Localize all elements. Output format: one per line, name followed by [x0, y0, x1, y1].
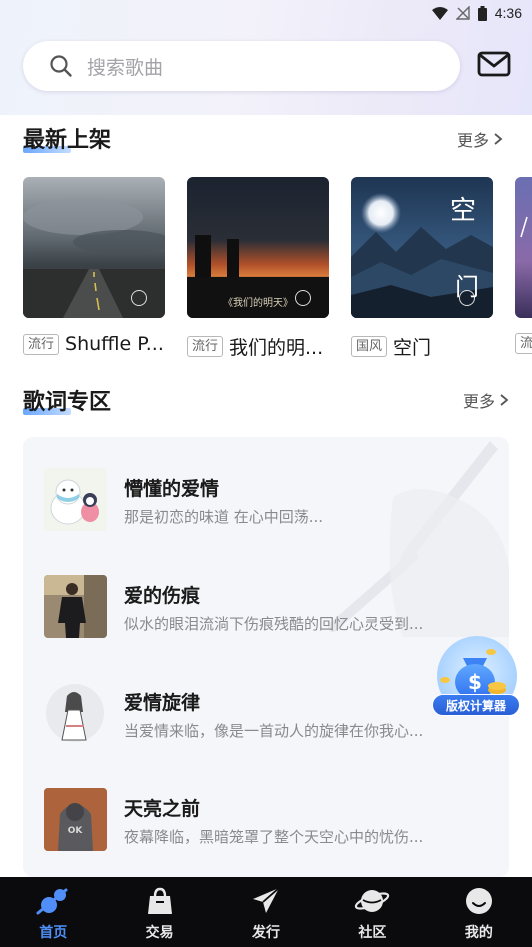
lyric-item[interactable]: OK 天亮之前 夜幕降临，黑暗笼罩了整个天空心中的忧伤... [44, 788, 484, 852]
lyric-description: 当爱情来临，像是一首动人的旋律在你我心... [124, 722, 424, 740]
song-card[interactable]: 流行 Shuffle P... [23, 177, 165, 355]
no-signal-icon [455, 6, 470, 20]
tab-label: 发行 [252, 925, 281, 941]
lyric-description: 夜幕降临，黑暗笼罩了整个天空心中的忧伤... [124, 828, 424, 846]
home-planet-icon [36, 888, 68, 915]
song-title: 我们的明... [229, 337, 324, 359]
new-releases-more-link[interactable]: 更多 [457, 127, 503, 151]
lyric-title: 懵懂的爱情 [124, 478, 220, 500]
genre-tag: 流行 [187, 336, 224, 357]
tab-label: 我的 [464, 925, 493, 941]
lyric-thumb-girl-sketch [44, 682, 107, 745]
cover-text: 《我们的明天》 [223, 296, 293, 309]
search-input[interactable]: 搜索歌曲 [23, 41, 460, 91]
tab-publish[interactable]: 发行 [213, 877, 319, 947]
search-placeholder: 搜索歌曲 [87, 56, 164, 79]
tab-label: 首页 [39, 925, 68, 941]
status-time: 4:36 [494, 5, 522, 21]
lyric-title: 爱情旋律 [124, 692, 201, 714]
song-title: 空门 [393, 337, 432, 359]
bag-icon [147, 887, 172, 914]
genre-tag: 流 [515, 333, 532, 354]
lyric-title: 天亮之前 [124, 798, 201, 820]
cover-text: 空 [450, 196, 476, 226]
song-cover-storm-road [23, 177, 165, 318]
song-card[interactable]: 空 门 国风 空门 [351, 177, 493, 360]
new-releases-title: 最新上架 [23, 128, 112, 153]
lyric-thumb-bears [44, 468, 107, 531]
profile-face-icon [465, 888, 492, 914]
tab-trade[interactable]: 交易 [106, 877, 212, 947]
lyrics-section-title: 歌词专区 [23, 390, 112, 415]
tab-label: 交易 [145, 925, 174, 941]
lyric-title: 爱的伤痕 [124, 585, 201, 607]
song-title: Shuffle P... [65, 333, 164, 355]
tab-home[interactable]: 首页 [0, 877, 106, 947]
lyric-item[interactable]: 懵懂的爱情 那是初恋的味道 在心中回荡... [44, 468, 484, 532]
tab-profile[interactable]: 我的 [426, 877, 532, 947]
tab-community[interactable]: 社区 [319, 877, 425, 947]
lyric-item[interactable]: 爱的伤痕 似水的眼泪流淌下伤痕残酷的回忆心灵受到... [44, 575, 484, 639]
tab-label: 社区 [358, 925, 387, 941]
lyrics-more-link[interactable]: 更多 [463, 388, 509, 412]
song-card[interactable]: 流 [515, 177, 532, 354]
chevron-right-icon [500, 394, 509, 406]
play-icon [131, 290, 147, 306]
song-cover-moon-mountains: 空 门 [351, 177, 493, 318]
genre-tag: 流行 [23, 333, 60, 355]
genre-tag: 国风 [351, 336, 388, 357]
planet-icon [355, 890, 390, 912]
battery-icon [477, 5, 487, 21]
song-cover-city-sunset: 《我们的明天》 [187, 177, 329, 318]
song-cover-purple [515, 177, 532, 318]
copyright-calculator-label: 版权计算器 [432, 694, 520, 716]
play-icon [459, 290, 475, 306]
paper-plane-icon [253, 887, 280, 913]
song-card[interactable]: 《我们的明天》 流行 我们的明... [187, 177, 329, 360]
lyric-thumb-man [44, 575, 107, 638]
play-icon [295, 290, 311, 306]
bottom-tab-bar: 首页 交易 发行 社区 我的 [0, 877, 532, 947]
chevron-right-icon [494, 133, 503, 145]
svg-text:OK: OK [68, 826, 84, 836]
svg-text:$: $ [468, 670, 482, 694]
lyric-description: 似水的眼泪流淌下伤痕残酷的回忆心灵受到... [124, 615, 424, 633]
lyric-description: 那是初恋的味道 在心中回荡... [124, 508, 324, 526]
mail-icon[interactable] [476, 50, 512, 80]
lyric-item[interactable]: 爱情旋律 当爱情来临，像是一首动人的旋律在你我心... [44, 682, 484, 746]
lyric-thumb-hoodie: OK [44, 788, 107, 851]
status-bar: 4:36 [0, 0, 532, 26]
search-icon [50, 55, 72, 77]
wifi-icon [431, 6, 448, 20]
